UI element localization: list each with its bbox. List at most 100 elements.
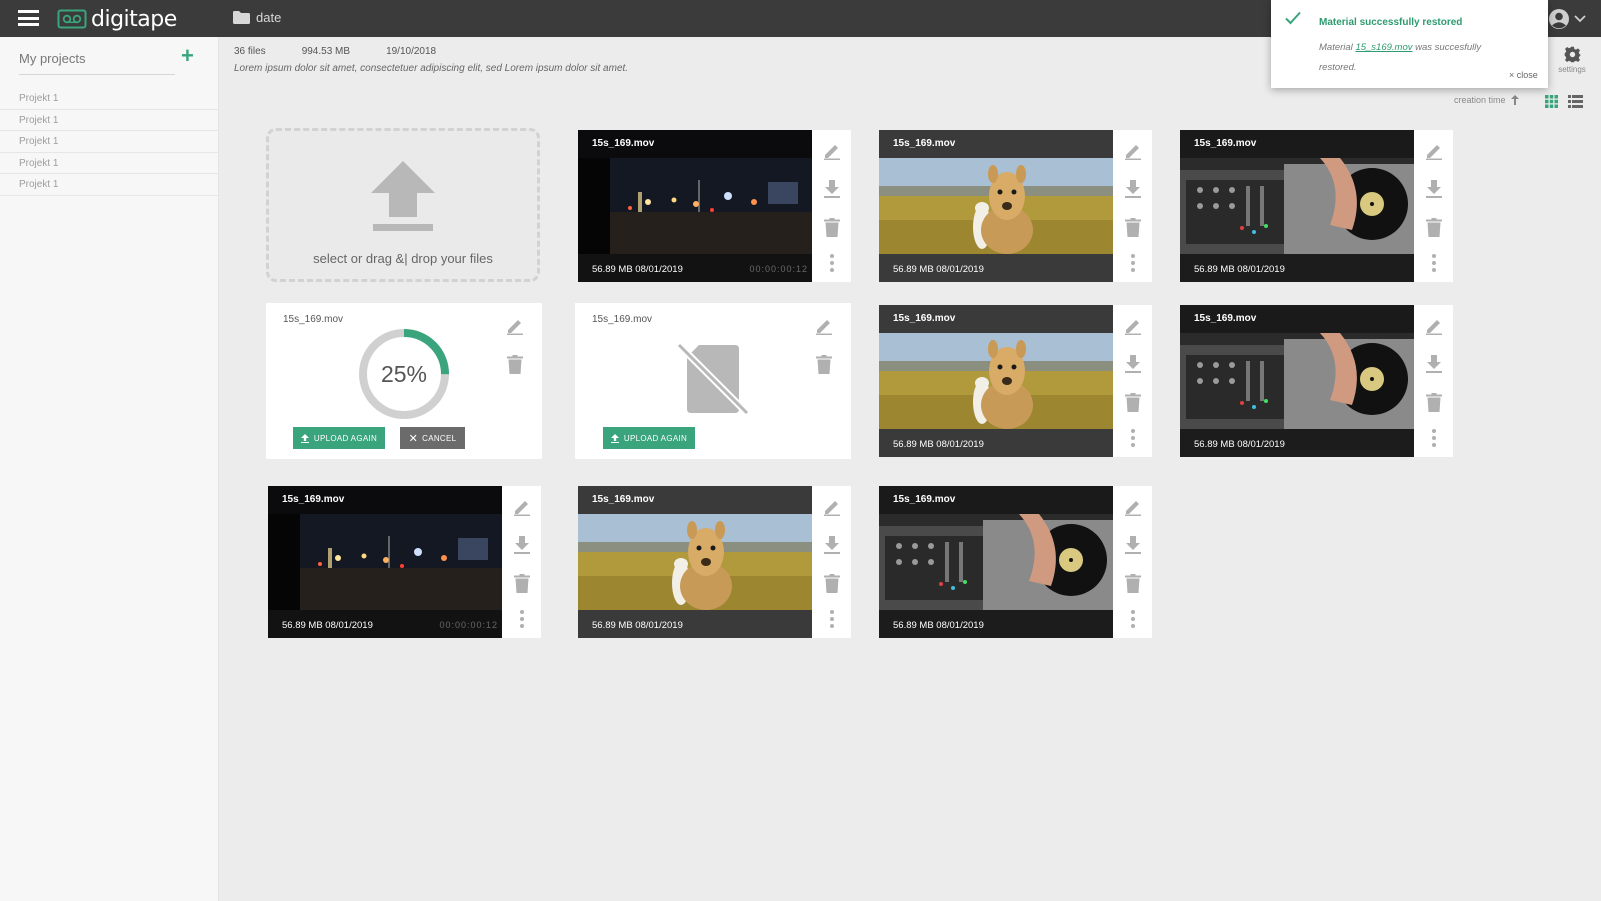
- arrow-up-icon: [1510, 95, 1519, 105]
- app-logo[interactable]: digitape: [57, 6, 177, 32]
- download-icon: [824, 180, 840, 198]
- file-meta: 56.89 MB 08/01/2019: [282, 620, 373, 631]
- list-view-button[interactable]: [1568, 95, 1583, 113]
- cancel-button[interactable]: ✕ CANCEL: [400, 427, 465, 449]
- file-unavailable-icon: [677, 342, 750, 416]
- file-name: 15s_169.mov: [893, 494, 956, 505]
- delete-button[interactable]: [822, 573, 842, 593]
- file-actions: [813, 486, 851, 638]
- edit-button[interactable]: [512, 497, 532, 517]
- delete-button[interactable]: [1424, 392, 1444, 412]
- add-project-button[interactable]: +: [181, 45, 197, 67]
- grid-view-button[interactable]: [1545, 95, 1558, 113]
- file-meta: 56.89 MB 08/01/2019: [893, 620, 984, 631]
- trash-icon: [1125, 392, 1141, 412]
- file-card[interactable]: 15s_169.mov 56.89 MB 08/01/2019: [1180, 130, 1453, 282]
- video-thumbnail[interactable]: 15s_169.mov 56.89 MB 08/01/2019: [879, 305, 1113, 457]
- file-card[interactable]: 15s_169.mov 56.89 MB 08/01/2019: [879, 130, 1152, 282]
- trash-icon: [1426, 217, 1442, 237]
- file-meta: 56.89 MB 08/01/2019: [592, 264, 683, 275]
- sidebar-item-project[interactable]: Projekt 1: [0, 88, 219, 110]
- edit-button[interactable]: [1123, 316, 1143, 336]
- breadcrumb[interactable]: date: [233, 10, 281, 25]
- download-button[interactable]: [1424, 354, 1444, 374]
- file-card[interactable]: 15s_169.mov 56.89 MB 08/01/2019: [879, 305, 1152, 457]
- notification-file-link[interactable]: 15_s169.mov: [1355, 42, 1412, 53]
- user-menu[interactable]: [1548, 8, 1586, 30]
- file-card[interactable]: 15s_169.mov 56.89 MB 08/01/2019 00:00:00…: [578, 130, 851, 282]
- file-actions: [1114, 486, 1152, 638]
- download-button[interactable]: [1123, 535, 1143, 555]
- download-button[interactable]: [822, 179, 842, 199]
- delete-button[interactable]: [1424, 217, 1444, 237]
- delete-button[interactable]: [1123, 217, 1143, 237]
- file-card[interactable]: 15s_169.mov 56.89 MB 08/01/2019: [1180, 305, 1453, 457]
- edit-button[interactable]: [1123, 497, 1143, 517]
- delete-button[interactable]: [1123, 573, 1143, 593]
- edit-button[interactable]: [1424, 316, 1444, 336]
- timecode: 00:00:00:12: [439, 620, 498, 630]
- video-preview: [879, 130, 1113, 282]
- video-preview: [879, 486, 1113, 638]
- more-options-button[interactable]: [512, 609, 532, 629]
- sidebar-item-project[interactable]: Projekt 1: [0, 131, 219, 153]
- upload-again-button[interactable]: UPLOAD AGAIN: [293, 427, 385, 449]
- file-card[interactable]: 15s_169.mov 56.89 MB 08/01/2019: [879, 486, 1152, 638]
- edit-button[interactable]: [822, 141, 842, 161]
- video-thumbnail[interactable]: 15s_169.mov 56.89 MB 08/01/2019: [578, 486, 812, 638]
- sort-control[interactable]: creation time: [1454, 95, 1519, 105]
- upload-again-label: UPLOAD AGAIN: [313, 433, 378, 443]
- download-button[interactable]: [512, 535, 532, 555]
- edit-button[interactable]: [505, 316, 525, 336]
- more-options-button[interactable]: [1424, 253, 1444, 273]
- cancel-label: CANCEL: [422, 433, 457, 443]
- check-icon: [1285, 11, 1301, 25]
- file-meta: 56.89 MB 08/01/2019: [893, 439, 984, 450]
- video-thumbnail[interactable]: 15s_169.mov 56.89 MB 08/01/2019: [879, 130, 1113, 282]
- more-options-button[interactable]: [1424, 428, 1444, 448]
- file-card[interactable]: 15s_169.mov 56.89 MB 08/01/2019 00:00:00…: [268, 486, 541, 638]
- edit-button[interactable]: [814, 316, 834, 336]
- notification-close-button[interactable]: × close: [1509, 70, 1538, 80]
- download-button[interactable]: [1424, 179, 1444, 199]
- download-button[interactable]: [1123, 179, 1143, 199]
- more-options-button[interactable]: [822, 253, 842, 273]
- delete-button[interactable]: [505, 354, 525, 374]
- edit-button[interactable]: [1424, 141, 1444, 161]
- trash-icon: [824, 573, 840, 593]
- more-options-button[interactable]: [1123, 609, 1143, 629]
- settings-label: settings: [1558, 65, 1586, 74]
- upload-again-button[interactable]: UPLOAD AGAIN: [603, 427, 695, 449]
- sidebar-item-project[interactable]: Projekt 1: [0, 153, 219, 174]
- more-options-button[interactable]: [1123, 253, 1143, 273]
- delete-button[interactable]: [822, 217, 842, 237]
- menu-icon[interactable]: [18, 10, 39, 26]
- download-button[interactable]: [1123, 354, 1143, 374]
- file-actions: [1415, 305, 1453, 457]
- edit-button[interactable]: [1123, 141, 1143, 161]
- pencil-icon: [1125, 320, 1141, 335]
- more-options-icon: [1131, 254, 1135, 272]
- delete-button[interactable]: [512, 573, 532, 593]
- sidebar-item-project[interactable]: Projekt 1: [0, 110, 219, 131]
- more-options-button[interactable]: [822, 609, 842, 629]
- video-thumbnail[interactable]: 15s_169.mov 56.89 MB 08/01/2019: [879, 486, 1113, 638]
- edit-button[interactable]: [822, 497, 842, 517]
- video-thumbnail[interactable]: 15s_169.mov 56.89 MB 08/01/2019 00:00:00…: [268, 486, 502, 638]
- pencil-icon: [1125, 501, 1141, 516]
- download-button[interactable]: [822, 535, 842, 555]
- delete-button[interactable]: [814, 354, 834, 374]
- file-count: 36 files: [234, 46, 266, 57]
- sidebar-item-project[interactable]: Projekt 1: [0, 174, 219, 196]
- trash-icon: [824, 217, 840, 237]
- cassette-icon: [57, 9, 87, 29]
- settings-button[interactable]: settings: [1552, 46, 1592, 74]
- user-avatar-icon: [1549, 9, 1569, 29]
- file-card[interactable]: 15s_169.mov 56.89 MB 08/01/2019: [578, 486, 851, 638]
- video-thumbnail[interactable]: 15s_169.mov 56.89 MB 08/01/2019: [1180, 305, 1414, 457]
- video-thumbnail[interactable]: 15s_169.mov 56.89 MB 08/01/2019: [1180, 130, 1414, 282]
- video-thumbnail[interactable]: 15s_169.mov 56.89 MB 08/01/2019 00:00:00…: [578, 130, 812, 282]
- upload-dropzone[interactable]: select or drag &| drop your files: [266, 128, 540, 282]
- delete-button[interactable]: [1123, 392, 1143, 412]
- more-options-button[interactable]: [1123, 428, 1143, 448]
